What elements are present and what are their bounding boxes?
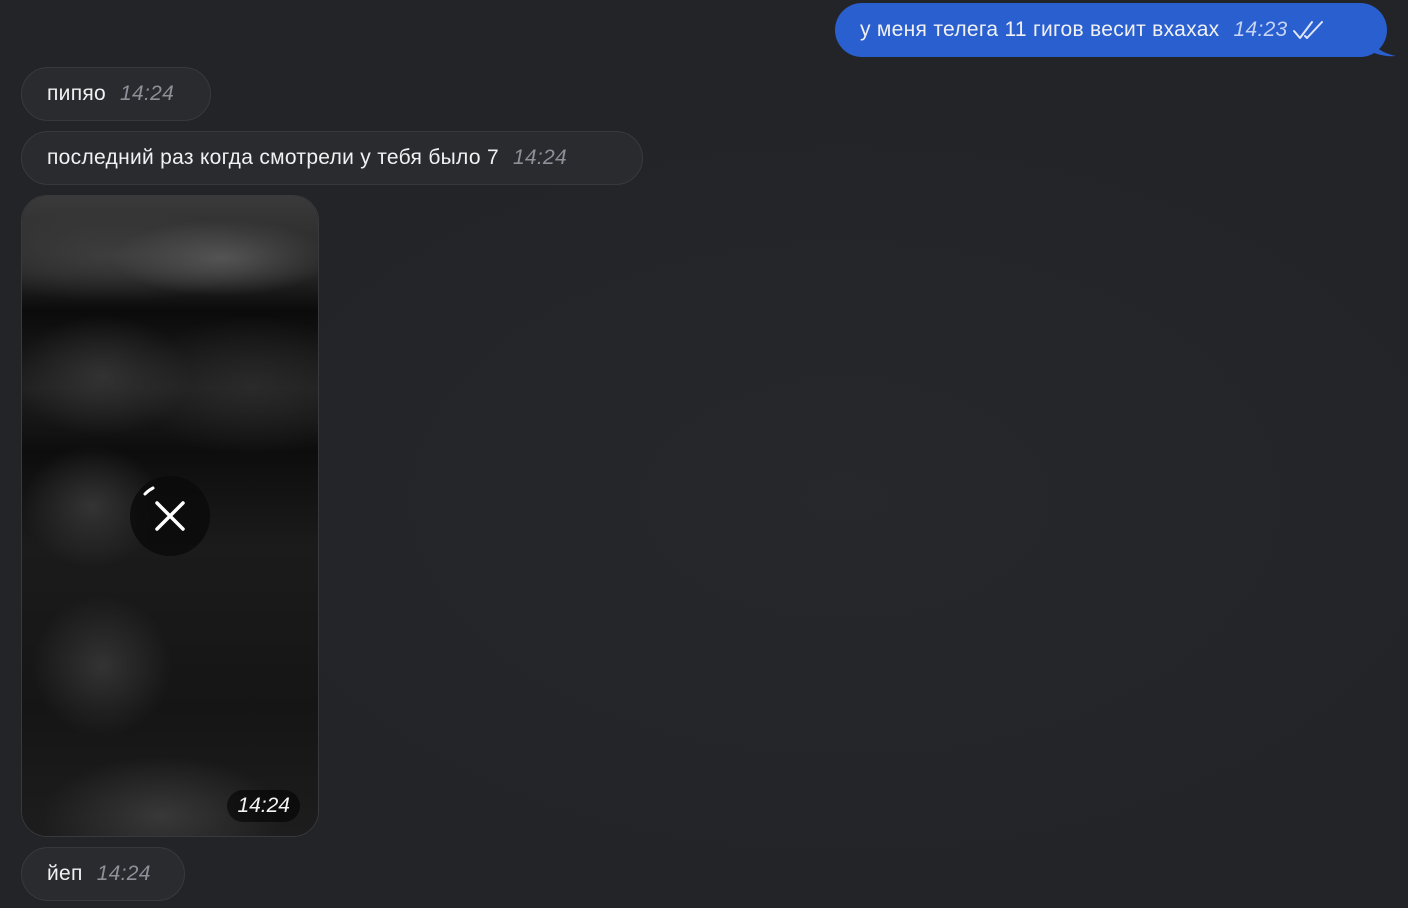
bubble-tail — [1368, 30, 1396, 57]
cancel-download-button[interactable] — [130, 476, 210, 556]
incoming-message[interactable]: пипяо 14:24 — [21, 67, 211, 121]
close-icon — [143, 486, 185, 531]
media-time: 14:24 — [227, 790, 300, 822]
message-text: пипяо — [47, 82, 107, 105]
message-time: 14:23 — [1233, 18, 1288, 41]
message-time: 14:24 — [96, 862, 151, 885]
chat-area: у меня телега 11 гигов весит вхахах 14:2… — [0, 0, 1408, 908]
incoming-message[interactable]: йеп 14:24 — [21, 847, 185, 901]
incoming-message[interactable]: последний раз когда смотрели у тебя было… — [21, 131, 643, 185]
message-text: йеп — [47, 862, 83, 885]
media-message[interactable]: 14:24 — [21, 195, 319, 837]
message-text: у меня телега 11 гигов весит вхахах — [860, 18, 1220, 41]
message-time: 14:24 — [120, 82, 175, 105]
message-time: 14:24 — [512, 146, 567, 169]
outgoing-message[interactable]: у меня телега 11 гигов весит вхахах 14:2… — [835, 3, 1387, 57]
double-check-icon — [1292, 21, 1323, 39]
message-text: последний раз когда смотрели у тебя было… — [47, 146, 499, 169]
